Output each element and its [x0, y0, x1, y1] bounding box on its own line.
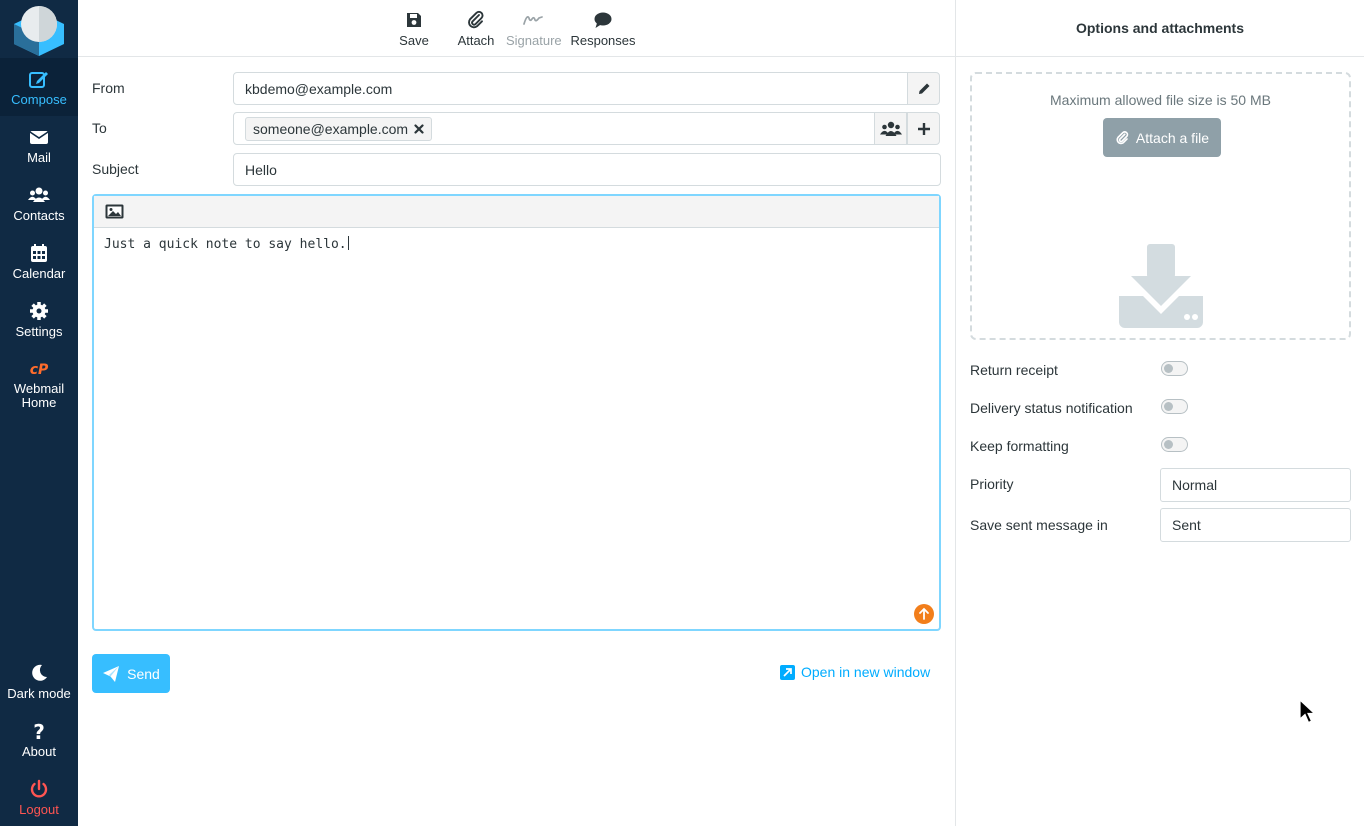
- keep-formatting-toggle[interactable]: [1161, 437, 1188, 452]
- cpanel-icon: cP: [30, 362, 49, 378]
- sidebar-item-label: About: [22, 744, 56, 759]
- sidebar-item-label: Logout: [19, 802, 59, 817]
- pencil-icon: [918, 83, 929, 94]
- gear-icon: [30, 302, 48, 320]
- comment-icon: [594, 12, 612, 28]
- return-receipt-label: Return receipt: [970, 362, 1058, 378]
- send-label: Send: [127, 665, 160, 682]
- sidebar-item-label: Mail: [27, 150, 51, 165]
- sidebar-item-logout[interactable]: Logout: [0, 768, 78, 826]
- subject-field[interactable]: Hello: [233, 153, 941, 186]
- download-icon: [1119, 244, 1203, 328]
- question-icon: ?: [33, 720, 45, 742]
- attach-button[interactable]: Attach: [454, 0, 498, 57]
- signature-label: Signature: [506, 33, 562, 48]
- compose-icon: [29, 72, 48, 88]
- sidebar-item-label: Contacts: [13, 208, 65, 223]
- editor-toolbar: [94, 196, 939, 228]
- options-panel-title: Options and attachments: [956, 0, 1364, 57]
- save-button[interactable]: Save: [394, 0, 434, 57]
- signature-icon: [523, 16, 543, 25]
- remove-recipient-icon[interactable]: [414, 124, 424, 134]
- recipient-chip[interactable]: someone@example.com: [245, 117, 433, 141]
- attach-label: Attach: [457, 33, 495, 48]
- svg-text:?: ?: [33, 720, 45, 742]
- sidebar-item-webmail-home[interactable]: cP Webmail Home: [0, 348, 78, 412]
- message-body[interactable]: Just a quick note to say hello.: [104, 236, 349, 252]
- users-icon: [879, 121, 902, 136]
- priority-label: Priority: [970, 476, 1014, 492]
- sidebar-item-compose[interactable]: Compose: [0, 58, 78, 116]
- return-receipt-toggle[interactable]: [1161, 361, 1188, 376]
- image-icon[interactable]: [105, 204, 124, 219]
- floppy-icon: [407, 13, 421, 27]
- sidebar-item-about[interactable]: ? About: [0, 710, 78, 768]
- external-window-icon: [780, 664, 795, 680]
- responses-label: Responses: [570, 33, 636, 48]
- edit-identity-button[interactable]: [907, 72, 940, 105]
- paper-plane-icon: [103, 665, 120, 682]
- sidebar-item-label: Compose: [11, 92, 67, 107]
- from-label: From: [92, 80, 125, 96]
- envelope-icon: [29, 131, 49, 144]
- moon-icon: [32, 664, 47, 681]
- attach-file-button[interactable]: Attach a file: [1103, 118, 1221, 157]
- from-field[interactable]: kbdemo@example.com: [233, 72, 908, 105]
- sidebar-item-label: Webmail: [13, 381, 65, 396]
- open-in-new-window-link[interactable]: Open in new window: [780, 664, 930, 680]
- sidebar-item-contacts[interactable]: Contacts: [0, 174, 78, 232]
- paperclip-icon: [1116, 130, 1129, 144]
- sidebar-item-settings[interactable]: Settings: [0, 290, 78, 348]
- send-button[interactable]: Send: [92, 654, 170, 693]
- keep-formatting-label: Keep formatting: [970, 438, 1069, 454]
- priority-select[interactable]: Normal: [1160, 468, 1351, 502]
- scroll-up-icon[interactable]: [914, 604, 934, 624]
- sidebar-item-mail[interactable]: Mail: [0, 116, 78, 174]
- sidebar: Compose Mail Contacts Calendar Settings …: [0, 0, 78, 826]
- signature-button[interactable]: Signature: [506, 0, 562, 57]
- attach-file-label: Attach a file: [1135, 129, 1210, 146]
- save-sent-select[interactable]: Sent: [1160, 508, 1351, 542]
- sidebar-item-label-line2: Home: [21, 395, 57, 410]
- delivery-status-toggle[interactable]: [1161, 399, 1188, 414]
- text-caret: [347, 236, 349, 250]
- to-label: To: [92, 120, 107, 136]
- save-label: Save: [399, 33, 429, 48]
- plus-icon: [917, 122, 930, 135]
- sidebar-item-label: Calendar: [12, 266, 66, 281]
- subject-label: Subject: [92, 161, 139, 177]
- message-body-text: Just a quick note to say hello.: [104, 237, 347, 252]
- sidebar-item-label: Dark mode: [7, 686, 71, 701]
- sidebar-item-dark-mode[interactable]: Dark mode: [0, 652, 78, 710]
- calendar-icon: [31, 244, 47, 262]
- max-file-size-note: Maximum allowed file size is 50 MB: [1050, 92, 1271, 108]
- mouse-pointer-icon: [1299, 699, 1317, 724]
- svg-text:cP: cP: [30, 362, 49, 378]
- compose-toolbar: Save Attach Signature Responses: [78, 0, 955, 57]
- recipient-address: someone@example.com: [253, 121, 409, 137]
- open-in-new-window-label: Open in new window: [801, 664, 931, 680]
- responses-button[interactable]: Responses: [570, 0, 636, 57]
- save-sent-label: Save sent message in: [970, 517, 1108, 533]
- address-book-button[interactable]: [874, 112, 907, 145]
- sidebar-item-calendar[interactable]: Calendar: [0, 232, 78, 290]
- add-header-button[interactable]: [907, 112, 940, 145]
- power-icon: [30, 779, 48, 798]
- delivery-status-label: Delivery status notification: [970, 400, 1133, 416]
- message-editor[interactable]: Just a quick note to say hello.: [92, 194, 941, 631]
- paperclip-icon: [468, 10, 484, 29]
- attachment-dropzone[interactable]: Maximum allowed file size is 50 MB Attac…: [970, 72, 1351, 340]
- sidebar-item-label: Settings: [15, 324, 63, 339]
- users-icon: [28, 187, 50, 202]
- roundcube-logo-icon[interactable]: [12, 4, 66, 56]
